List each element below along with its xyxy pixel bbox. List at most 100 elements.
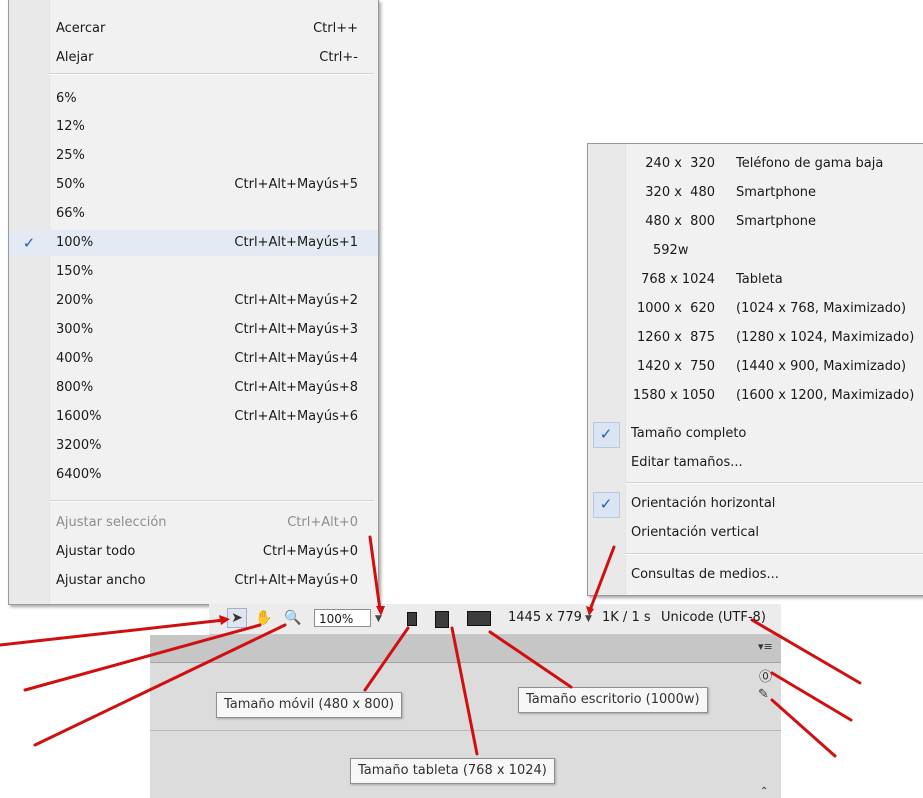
panel-options-icon[interactable]: ▾≡	[758, 640, 773, 653]
zoom-menu-item[interactable]: Ajustar ancho Ctrl+Alt+Mayús+0	[9, 568, 378, 594]
panel-header	[150, 635, 781, 663]
window-size-dimensions: 768 x 1024	[641, 272, 715, 287]
window-size-dimensions: 1260 x 875	[637, 330, 715, 345]
window-size-dimensions: 1580 x 1050	[632, 388, 715, 403]
zoom-tool-icon[interactable]: 🔍	[283, 608, 303, 628]
zoom-menu-item-label: Ajustar ancho	[56, 573, 146, 588]
tooltip-desktop-size: Tamaño escritorio (1000w)	[518, 687, 708, 713]
window-size-item[interactable]: 240 x 320 Teléfono de gama baja	[588, 150, 923, 178]
zoom-menu-item[interactable]: 12%	[9, 114, 378, 140]
window-size-description: (1280 x 1024, Maximizado)	[736, 330, 915, 345]
window-size-item[interactable]: 1580 x 1050 (1600 x 1200, Maximizado)	[588, 382, 923, 410]
zoom-menu-item-shortcut: Ctrl++	[313, 21, 358, 36]
zoom-menu-item-label: 6400%	[56, 467, 102, 482]
zoom-menu-item-label: 66%	[56, 206, 85, 221]
menu-item-orientation-vertical[interactable]: Orientación vertical	[588, 519, 923, 547]
zoom-menu-item-label: 200%	[56, 293, 94, 308]
window-size-description: Teléfono de gama baja	[736, 156, 884, 171]
zoom-menu-item[interactable]: 3200%	[9, 433, 378, 459]
window-size-label[interactable]: 1445 x 779	[508, 607, 582, 629]
edit-icon[interactable]: ✎	[758, 687, 769, 702]
zoom-menu-item-label: 150%	[56, 264, 94, 279]
checkmark-icon: ✓	[599, 495, 613, 513]
annotation-arrow	[770, 698, 837, 758]
help-icon[interactable]: ⓪	[759, 666, 772, 685]
zoom-menu-item-label: 6%	[56, 91, 77, 106]
zoom-menu-item-shortcut: Ctrl+Mayús+0	[262, 544, 358, 559]
zoom-menu-item[interactable]: 1600% Ctrl+Alt+Mayús+6	[9, 404, 378, 430]
menu-item-edit-sizes[interactable]: Editar tamaños...	[588, 449, 923, 477]
zoom-menu-item-label: 25%	[56, 148, 85, 163]
zoom-menu-item[interactable]: Ajustar todo Ctrl+Mayús+0	[9, 539, 378, 565]
zoom-menu-item-shortcut: Ctrl+Alt+Mayús+6	[234, 409, 358, 424]
zoom-menu-item[interactable]: 6400%	[9, 462, 378, 488]
zoom-menu-item-shortcut: Ctrl+Alt+Mayús+3	[234, 322, 358, 337]
menu-item-media-queries[interactable]: Consultas de medios...	[588, 561, 923, 589]
zoom-menu-item-label: 100%	[56, 235, 94, 250]
zoom-menu-item[interactable]: 50% Ctrl+Alt+Mayús+5	[9, 172, 378, 198]
zoom-menu-item[interactable]: 6%	[9, 86, 378, 112]
zoom-menu-item[interactable]: 200% Ctrl+Alt+Mayús+2	[9, 288, 378, 314]
zoom-menu-item[interactable]: ✓ 100% Ctrl+Alt+Mayús+1	[9, 230, 378, 256]
window-size-description: (1024 x 768, Maximizado)	[736, 301, 907, 316]
window-size-item[interactable]: 1420 x 750 (1440 x 900, Maximizado)	[588, 353, 923, 381]
zoom-menu-item[interactable]: Alejar Ctrl+-	[9, 45, 378, 71]
window-size-description: (1600 x 1200, Maximizado)	[736, 388, 915, 403]
expand-icon[interactable]: ⌃	[760, 786, 768, 797]
window-size-item[interactable]: 320 x 480 Smartphone	[588, 179, 923, 207]
zoom-menu-item-label: 300%	[56, 322, 94, 337]
zoom-menu-item[interactable]: 25%	[9, 143, 378, 169]
zoom-menu-item-label: Ajustar selección	[56, 515, 167, 530]
window-size-item[interactable]: 768 x 1024 Tableta	[588, 266, 923, 294]
zoom-menu-item-label: 3200%	[56, 438, 102, 453]
zoom-menu-item[interactable]: Acercar Ctrl++	[9, 16, 378, 42]
menu-separator	[625, 553, 923, 555]
window-size-dimensions: 320 x 480	[645, 185, 715, 200]
window-size-dimensions: 1000 x 620	[637, 301, 715, 316]
tooltip-mobile-size: Tamaño móvil (480 x 800)	[216, 692, 403, 718]
zoom-menu-item-shortcut: Ctrl+Alt+Mayús+4	[234, 351, 358, 366]
window-size-description: Smartphone	[736, 185, 817, 200]
window-size-description: Smartphone	[736, 214, 817, 229]
zoom-menu-item[interactable]: 400% Ctrl+Alt+Mayús+4	[9, 346, 378, 372]
hand-tool-icon[interactable]: ✋	[254, 608, 274, 628]
menu-separator	[49, 73, 374, 75]
window-size-dimensions: 480 x 800	[645, 214, 715, 229]
zoom-menu-item-label: 800%	[56, 380, 94, 395]
desktop-size-icon[interactable]	[467, 611, 491, 626]
checkmark-icon: ✓	[599, 425, 613, 443]
zoom-menu-item-shortcut: Ctrl+Alt+Mayús+8	[234, 380, 358, 395]
window-size-item[interactable]: 480 x 800 Smartphone	[588, 208, 923, 236]
zoom-menu-item[interactable]: 800% Ctrl+Alt+Mayús+8	[9, 375, 378, 401]
zoom-menu-item-shortcut: Ctrl+Alt+Mayús+5	[234, 177, 358, 192]
window-size-description: (1440 x 900, Maximizado)	[736, 359, 907, 374]
zoom-menu-item[interactable]: 300% Ctrl+Alt+Mayús+3	[9, 317, 378, 343]
zoom-menu-item-label: Alejar	[56, 50, 94, 65]
zoom-level-field[interactable]: 100%	[314, 609, 371, 627]
window-size-item[interactable]: 592w	[588, 237, 923, 265]
encoding-label: Unicode (UTF-8)	[661, 610, 766, 625]
zoom-menu: Acercar Ctrl++ Alejar Ctrl+- 6% 12% 25% 50% Ctrl…	[8, 0, 379, 605]
annotation-arrow	[770, 671, 853, 722]
zoom-menu-item[interactable]: 66%	[9, 201, 378, 227]
zoom-dropdown-icon[interactable]: ▼	[375, 614, 382, 624]
zoom-menu-item: Ajustar selección Ctrl+Alt+0	[9, 510, 378, 536]
zoom-menu-item-label: Acercar	[56, 21, 106, 36]
window-size-item[interactable]: 1260 x 875 (1280 x 1024, Maximizado)	[588, 324, 923, 352]
tablet-size-icon[interactable]	[435, 611, 449, 628]
window-size-dropdown-icon[interactable]: ▼	[585, 614, 592, 624]
zoom-menu-item[interactable]: 150%	[9, 259, 378, 285]
zoom-menu-item-label: Ajustar todo	[56, 544, 136, 559]
select-tool-icon[interactable]: ➤	[227, 608, 247, 628]
zoom-menu-item-shortcut: Ctrl+Alt+0	[287, 515, 358, 530]
zoom-menu-item-label: 50%	[56, 177, 85, 192]
zoom-menu-item-shortcut: Ctrl+-	[319, 50, 358, 65]
window-size-dimensions: 592w	[653, 243, 689, 258]
zoom-menu-item-label: 1600%	[56, 409, 102, 424]
menu-item-orientation-horizontal[interactable]: ✓ Orientación horizontal	[588, 490, 923, 518]
window-size-item[interactable]: 1000 x 620 (1024 x 768, Maximizado)	[588, 295, 923, 323]
mobile-size-icon[interactable]	[407, 612, 417, 626]
menu-item-full-size[interactable]: ✓ Tamaño completo	[588, 420, 923, 448]
menu-separator	[625, 482, 923, 484]
checkmark-icon: ✓	[22, 234, 36, 252]
